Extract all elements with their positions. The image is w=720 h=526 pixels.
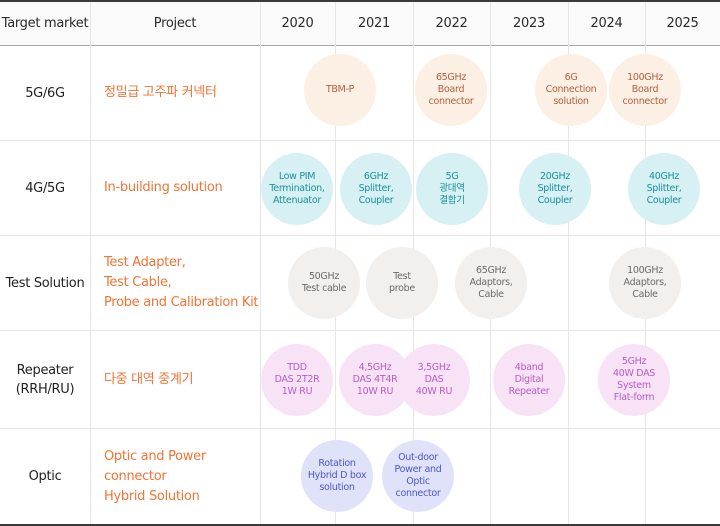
- header-year-2023: 2023: [513, 16, 545, 31]
- market-optic: Optic: [28, 469, 62, 484]
- project-optic-power-hybrid: Optic and Power connector Hybrid Solutio…: [104, 448, 206, 504]
- column-divider: [90, 2, 91, 524]
- header-project: Project: [153, 16, 197, 31]
- milestone-circle: TBM-P: [304, 54, 376, 126]
- market-repeater: Repeater (RRH/RU): [15, 362, 75, 397]
- project-test-adapter-cable-probe: Test Adapter, Test Cable, Probe and Cali…: [104, 255, 259, 310]
- milestone-circle: Test probe: [366, 247, 438, 319]
- header-year-2021: 2021: [358, 16, 390, 31]
- project-multiband-repeater: 다중 대역 중계기: [104, 371, 194, 387]
- column-divider: [260, 2, 261, 524]
- roadmap-table: Target market Project 2020 2021 2022 202…: [0, 0, 720, 526]
- milestone-circle: 5G 광대역 결합기: [416, 153, 488, 225]
- milestone-circle: 50GHz Test cable: [288, 247, 360, 319]
- header-year-2022: 2022: [435, 16, 468, 31]
- milestone-circle: 65GHz Adaptors, Cable: [455, 247, 527, 319]
- milestone-circle: TDD DAS 2T2R 1W RU: [261, 344, 333, 416]
- milestone-circle: 6G Connection solution: [535, 54, 607, 126]
- market-test-solution: Test Solution: [5, 275, 85, 291]
- milestone-circle: 20GHz Splitter, Coupler: [519, 153, 591, 225]
- milestone-circle: 4band Digital Repeater: [493, 344, 565, 416]
- milestone-circle: Out-door Power and Optic connector: [382, 440, 454, 512]
- milestone-circle: 100GHz Board connector: [609, 54, 681, 126]
- header-target-market: Target market: [1, 16, 89, 31]
- milestone-circle: 6GHz Splitter, Coupler: [340, 153, 412, 225]
- header-year-2025: 2025: [666, 16, 699, 31]
- market-5g-6g: 5G/6G: [25, 85, 65, 101]
- project-precision-rf-connector: 정밀급 고주파 커넥터: [104, 85, 217, 100]
- milestone-circle: Rotation Hybrid D box solution: [301, 440, 373, 512]
- milestone-circle: 5GHz 40W DAS System Flat-form: [598, 344, 670, 416]
- milestone-circle: 40GHz Splitter, Coupler: [628, 153, 700, 225]
- project-in-building-solution: In-building solution: [104, 180, 223, 195]
- milestone-circle: Low PIM Termination, Attenuator: [261, 153, 333, 225]
- header-year-2024: 2024: [590, 16, 623, 31]
- milestone-circle: 65GHz Board connector: [415, 54, 487, 126]
- market-4g-5g: 4G/5G: [25, 180, 65, 196]
- header-year-2020: 2020: [281, 16, 314, 31]
- milestone-circle: 3,5GHz DAS 40W RU: [398, 344, 470, 416]
- milestone-circle: 100GHz Adaptors, Cable: [609, 247, 681, 319]
